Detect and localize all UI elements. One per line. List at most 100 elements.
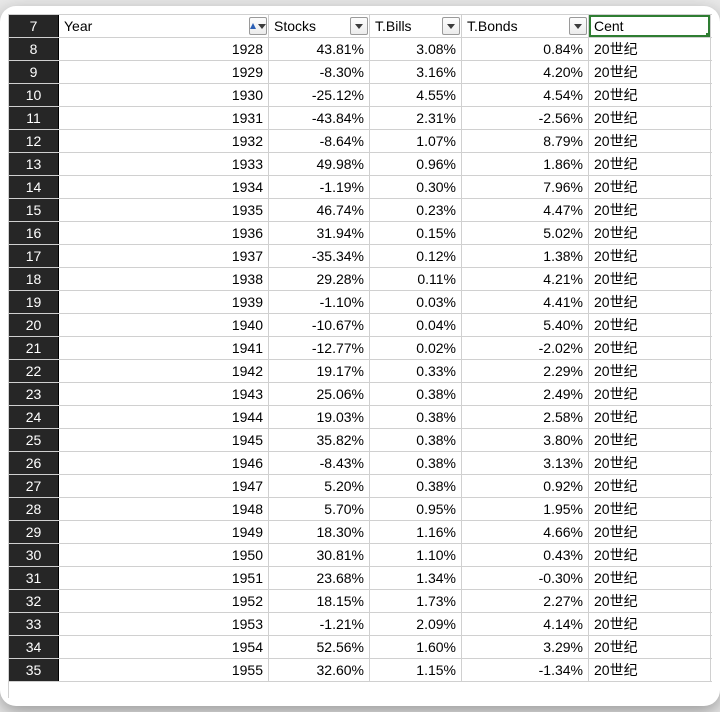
cell-tbonds[interactable]: 3.80% <box>462 429 589 451</box>
cell-stocks[interactable]: 5.20% <box>269 475 370 497</box>
cell-year[interactable]: 1955 <box>59 659 269 681</box>
row-number[interactable]: 10 <box>9 84 59 106</box>
cell-cent[interactable]: 20世纪 <box>589 544 711 566</box>
cell-tbills[interactable]: 0.38% <box>370 383 462 405</box>
cell-tbills[interactable]: 0.38% <box>370 452 462 474</box>
cell-tbills[interactable]: 1.73% <box>370 590 462 612</box>
cell-stocks[interactable]: 30.81% <box>269 544 370 566</box>
cell-cent[interactable]: 20世纪 <box>589 360 711 382</box>
row-number[interactable]: 11 <box>9 107 59 129</box>
cell-year[interactable]: 1942 <box>59 360 269 382</box>
cell-tbonds[interactable]: 4.54% <box>462 84 589 106</box>
cell-tbonds[interactable]: 2.27% <box>462 590 589 612</box>
cell-tbonds[interactable]: 3.29% <box>462 636 589 658</box>
cell-year[interactable]: 1951 <box>59 567 269 589</box>
cell-tbills[interactable]: 0.96% <box>370 153 462 175</box>
cell-year[interactable]: 1937 <box>59 245 269 267</box>
cell-cent[interactable]: 20世纪 <box>589 498 711 520</box>
cell-tbills[interactable]: 0.95% <box>370 498 462 520</box>
row-number[interactable]: 13 <box>9 153 59 175</box>
cell-cent[interactable]: 20世纪 <box>589 337 711 359</box>
cell-tbills[interactable]: 0.38% <box>370 475 462 497</box>
row-number[interactable]: 7 <box>9 15 59 37</box>
row-number[interactable]: 32 <box>9 590 59 612</box>
cell-tbills[interactable]: 1.34% <box>370 567 462 589</box>
cell-tbills[interactable]: 0.11% <box>370 268 462 290</box>
row-number[interactable]: 8 <box>9 38 59 60</box>
cell-cent[interactable]: 20世纪 <box>589 84 711 106</box>
cell-tbonds[interactable]: -1.34% <box>462 659 589 681</box>
cell-year[interactable]: 1948 <box>59 498 269 520</box>
cell-tbonds[interactable]: 1.86% <box>462 153 589 175</box>
cell-tbonds[interactable]: 4.14% <box>462 613 589 635</box>
row-number[interactable]: 29 <box>9 521 59 543</box>
cell-tbonds[interactable]: 0.43% <box>462 544 589 566</box>
cell-tbills[interactable]: 0.30% <box>370 176 462 198</box>
cell-tbills[interactable]: 0.38% <box>370 429 462 451</box>
cell-tbonds[interactable]: 5.02% <box>462 222 589 244</box>
cell-cent[interactable]: 20世纪 <box>589 659 711 681</box>
cell-tbills[interactable]: 0.38% <box>370 406 462 428</box>
cell-stocks[interactable]: 43.81% <box>269 38 370 60</box>
cell-stocks[interactable]: -10.67% <box>269 314 370 336</box>
filter-sort-asc-icon[interactable] <box>249 17 267 35</box>
cell-stocks[interactable]: -1.21% <box>269 613 370 635</box>
cell-tbonds[interactable]: 4.20% <box>462 61 589 83</box>
row-number[interactable]: 19 <box>9 291 59 313</box>
row-number[interactable]: 30 <box>9 544 59 566</box>
cell-stocks[interactable]: -12.77% <box>269 337 370 359</box>
cell-cent[interactable]: 20世纪 <box>589 590 711 612</box>
row-number[interactable]: 17 <box>9 245 59 267</box>
column-header-stocks[interactable]: Stocks <box>269 15 370 37</box>
cell-stocks[interactable]: 31.94% <box>269 222 370 244</box>
cell-cent[interactable]: 20世纪 <box>589 61 711 83</box>
cell-year[interactable]: 1933 <box>59 153 269 175</box>
cell-tbills[interactable]: 0.03% <box>370 291 462 313</box>
row-number[interactable]: 23 <box>9 383 59 405</box>
row-number[interactable]: 24 <box>9 406 59 428</box>
cell-tbonds[interactable]: 4.47% <box>462 199 589 221</box>
row-number[interactable]: 33 <box>9 613 59 635</box>
cell-tbills[interactable]: 0.12% <box>370 245 462 267</box>
cell-year[interactable]: 1954 <box>59 636 269 658</box>
cell-cent[interactable]: 20世纪 <box>589 613 711 635</box>
cell-stocks[interactable]: 29.28% <box>269 268 370 290</box>
cell-tbonds[interactable]: 4.41% <box>462 291 589 313</box>
cell-cent[interactable]: 20世纪 <box>589 222 711 244</box>
cell-year[interactable]: 1930 <box>59 84 269 106</box>
cell-tbills[interactable]: 0.15% <box>370 222 462 244</box>
cell-tbonds[interactable]: 1.38% <box>462 245 589 267</box>
cell-year[interactable]: 1928 <box>59 38 269 60</box>
cell-stocks[interactable]: 52.56% <box>269 636 370 658</box>
cell-tbills[interactable]: 1.15% <box>370 659 462 681</box>
cell-stocks[interactable]: -1.10% <box>269 291 370 313</box>
filter-dropdown-icon[interactable] <box>569 17 587 35</box>
cell-tbills[interactable]: 1.07% <box>370 130 462 152</box>
filter-dropdown-icon[interactable] <box>442 17 460 35</box>
cell-year[interactable]: 1946 <box>59 452 269 474</box>
cell-tbonds[interactable]: -0.30% <box>462 567 589 589</box>
row-number[interactable]: 15 <box>9 199 59 221</box>
cell-tbonds[interactable]: 1.95% <box>462 498 589 520</box>
cell-stocks[interactable]: -8.30% <box>269 61 370 83</box>
cell-tbonds[interactable]: 8.79% <box>462 130 589 152</box>
cell-tbonds[interactable]: 2.49% <box>462 383 589 405</box>
cell-stocks[interactable]: 5.70% <box>269 498 370 520</box>
cell-tbonds[interactable]: 2.29% <box>462 360 589 382</box>
cell-tbonds[interactable]: 7.96% <box>462 176 589 198</box>
cell-stocks[interactable]: 32.60% <box>269 659 370 681</box>
row-number[interactable]: 31 <box>9 567 59 589</box>
cell-year[interactable]: 1952 <box>59 590 269 612</box>
cell-tbills[interactable]: 0.23% <box>370 199 462 221</box>
column-header-tbonds[interactable]: T.Bonds <box>462 15 589 37</box>
cell-tbonds[interactable]: 2.58% <box>462 406 589 428</box>
row-number[interactable]: 14 <box>9 176 59 198</box>
row-number[interactable]: 9 <box>9 61 59 83</box>
cell-cent[interactable]: 20世纪 <box>589 383 711 405</box>
row-number[interactable]: 22 <box>9 360 59 382</box>
cell-cent[interactable]: 20世纪 <box>589 107 711 129</box>
row-number[interactable]: 27 <box>9 475 59 497</box>
cell-stocks[interactable]: 35.82% <box>269 429 370 451</box>
cell-year[interactable]: 1943 <box>59 383 269 405</box>
spreadsheet-grid[interactable]: 7 Year Stocks T.Bills T.Bonds Cent <box>8 14 712 698</box>
